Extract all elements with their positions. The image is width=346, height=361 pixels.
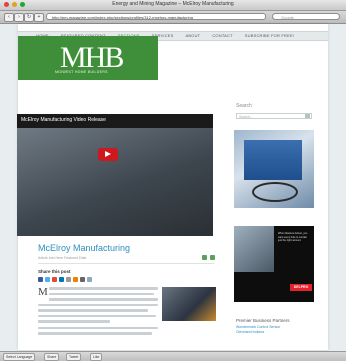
sidebar-search-input[interactable]: Search... xyxy=(236,113,312,119)
sidebar-search-button[interactable] xyxy=(305,114,310,118)
article-meta: Article Info Here Featured Date xyxy=(38,256,87,260)
divider xyxy=(38,263,214,264)
print-icon[interactable] xyxy=(202,255,207,260)
bookmark-icon[interactable] xyxy=(87,277,92,282)
play-icon[interactable] xyxy=(98,148,118,161)
ad-photo xyxy=(234,226,274,272)
logo-subtitle: MIDWEST HOME BUILDERS xyxy=(55,70,108,74)
dropcap: M xyxy=(38,286,48,298)
article-body: M xyxy=(38,287,158,338)
share-icons xyxy=(38,277,92,282)
email-icon[interactable] xyxy=(210,255,215,260)
menu-item-subscribe-for-free[interactable]: SUBSCRIBE FOR FREE! xyxy=(245,32,294,40)
video-player[interactable]: McElroy Manufacturing Video Release xyxy=(17,114,213,236)
partner-link[interactable]: Cleveland Indiana xyxy=(236,330,264,334)
advertisement-product[interactable] xyxy=(234,130,314,208)
share-label: Share this post xyxy=(38,269,71,274)
partner-link[interactable]: Wondermark Control Sensor xyxy=(236,325,280,329)
ad-logo: DELPRO xyxy=(290,284,312,291)
search-input[interactable]: Google xyxy=(272,13,340,20)
sidebar-search-label: Search xyxy=(236,103,252,109)
browser-toolbar: ‹ › ↻ + http://em-magazine.com/index.php… xyxy=(0,11,346,24)
product-box-image xyxy=(244,140,302,180)
ad-text: When blasters deliver, you want every ho… xyxy=(278,232,308,242)
menu-item-contact[interactable]: CONTACT xyxy=(212,32,232,40)
add-bookmark-button[interactable]: + xyxy=(34,13,44,22)
product-coil-image xyxy=(252,182,298,202)
menu-item-about[interactable]: ABOUT xyxy=(186,32,201,40)
article-title: McElroy Manufacturing xyxy=(38,243,131,253)
browser-window: Energy and Mining Magazine – McElroy Man… xyxy=(0,0,346,361)
video-thumbnail xyxy=(17,128,213,236)
print-share-icon[interactable] xyxy=(80,277,85,282)
linkedin-icon[interactable] xyxy=(59,277,64,282)
email-share-icon[interactable] xyxy=(66,277,71,282)
google-plus-icon[interactable] xyxy=(52,277,57,282)
partners-title: Premier Business Partners xyxy=(236,318,290,323)
rss-icon[interactable] xyxy=(73,277,78,282)
video-title[interactable]: McElroy Manufacturing Video Release xyxy=(21,117,106,123)
reload-button[interactable]: ↻ xyxy=(24,13,34,22)
twitter-icon[interactable] xyxy=(45,277,50,282)
window-title: Energy and Mining Magazine – McElroy Man… xyxy=(112,1,234,7)
article-photo xyxy=(162,287,216,321)
back-button[interactable]: ‹ xyxy=(4,13,14,22)
forward-button[interactable]: › xyxy=(14,13,24,22)
advertisement-delpro[interactable]: When blasters deliver, you want every ho… xyxy=(234,226,314,302)
facebook-icon[interactable] xyxy=(38,277,43,282)
url-input[interactable]: http://em-magazine.com/index.php/section… xyxy=(46,13,266,20)
window-titlebar: Energy and Mining Magazine – McElroy Man… xyxy=(0,0,346,11)
site-logo[interactable]: MHB MIDWEST HOME BUILDERS xyxy=(18,36,158,80)
